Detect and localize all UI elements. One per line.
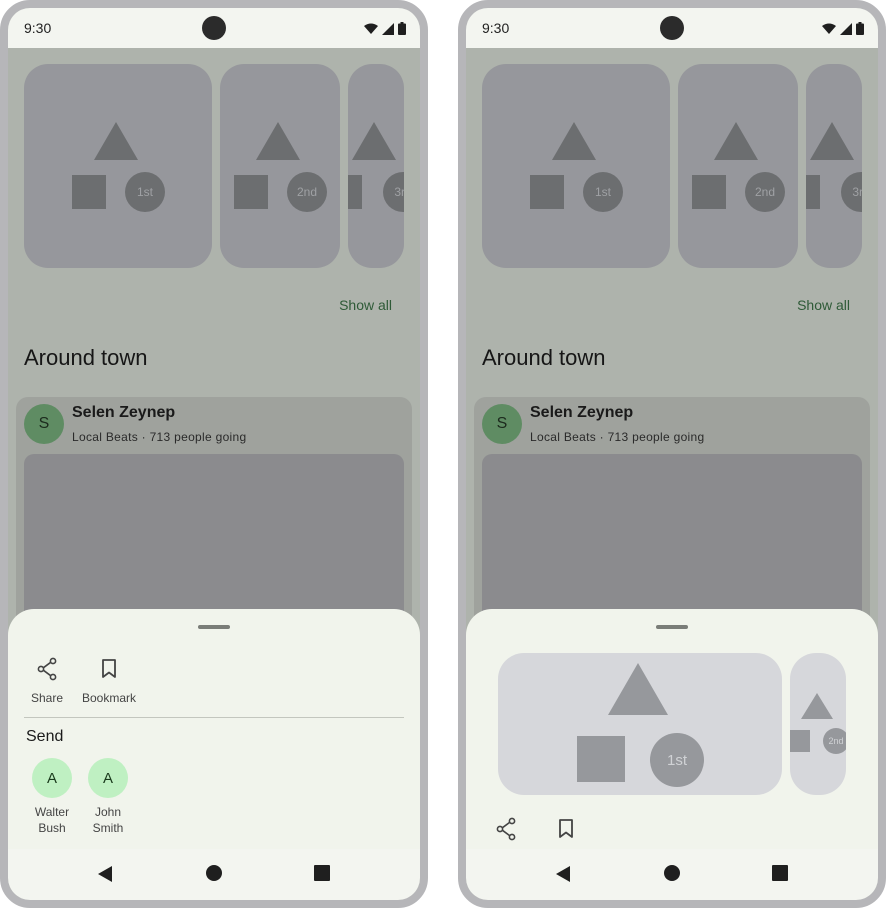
rank-badge: 1st [125, 172, 165, 212]
triangle-shape [714, 122, 758, 160]
wifi-icon [364, 23, 378, 34]
carousel-card[interactable]: 1st [482, 64, 670, 268]
rank-badge: 1st [650, 733, 704, 787]
preview-card[interactable]: 1st [498, 653, 782, 795]
contact-walter-bush[interactable]: A Walter Bush [24, 758, 80, 836]
camera-cutout [202, 16, 226, 40]
wifi-icon [822, 23, 836, 34]
status-bar: 9:30 [8, 8, 420, 48]
rank-badge: 3rd [841, 172, 862, 212]
avatar: S [24, 404, 64, 444]
share-icon [496, 817, 516, 841]
bookmark-label: Bookmark [81, 691, 137, 705]
contact-name: Walter Bush [34, 805, 70, 835]
nav-bar [8, 849, 420, 900]
phone-share-sheet: 9:30 1st 2nd 3rd Show all Around town S [0, 0, 428, 908]
carousel-card[interactable]: 3rd [348, 64, 404, 268]
contact-avatar: A [32, 758, 72, 798]
show-all-link[interactable]: Show all [797, 297, 850, 313]
event-host-name: Selen Zeynep [72, 404, 176, 421]
square-shape [234, 175, 268, 209]
triangle-shape [552, 122, 596, 160]
carousel-card[interactable]: 1st [24, 64, 212, 268]
bottom-sheet-preview: 1st 2nd [466, 609, 878, 849]
bookmark-icon [102, 659, 116, 678]
drag-handle[interactable] [198, 625, 230, 629]
square-shape [692, 175, 726, 209]
carousel-card[interactable]: 2nd [220, 64, 340, 268]
section-title: Around town [24, 345, 148, 370]
recents-icon[interactable] [772, 865, 788, 881]
contact-name: John Smith [92, 805, 124, 835]
rank-badge: 2nd [745, 172, 785, 212]
battery-icon [856, 22, 864, 35]
status-time: 9:30 [482, 20, 510, 36]
square-shape [530, 175, 564, 209]
triangle-shape [608, 663, 668, 715]
rank-badge: 2nd [823, 728, 846, 754]
event-meta: Local Beats · 713 people going [72, 430, 247, 444]
rank-badge: 2nd [287, 172, 327, 212]
square-shape [790, 730, 810, 752]
back-icon[interactable] [98, 866, 112, 882]
bookmark-button[interactable] [554, 817, 578, 841]
event-meta: Local Beats · 713 people going [530, 430, 705, 444]
triangle-shape [801, 693, 833, 719]
home-icon[interactable] [664, 865, 680, 881]
carousel-card[interactable]: 3rd [806, 64, 862, 268]
signal-icon [382, 22, 394, 35]
status-time: 9:30 [24, 20, 52, 36]
bookmark-button[interactable]: Bookmark [78, 657, 140, 705]
triangle-shape [810, 122, 854, 160]
share-icon [37, 657, 57, 681]
square-shape [348, 175, 362, 209]
status-bar: 9:30 [466, 8, 878, 48]
triangle-shape [94, 122, 138, 160]
divider [24, 717, 404, 718]
contact-john-smith[interactable]: A John Smith [80, 758, 136, 836]
battery-icon [398, 22, 406, 35]
share-label: Share [30, 691, 64, 705]
rank-badge: 3rd [383, 172, 404, 212]
share-button[interactable]: Share [24, 657, 70, 705]
event-host-name: Selen Zeynep [530, 404, 634, 421]
back-icon[interactable] [556, 866, 570, 882]
share-button[interactable] [494, 817, 518, 841]
nav-bar [466, 849, 878, 900]
send-title: Send [26, 728, 64, 745]
triangle-shape [256, 122, 300, 160]
square-shape [72, 175, 106, 209]
triangle-shape [352, 122, 396, 160]
status-icons [364, 22, 406, 35]
home-icon[interactable] [206, 865, 222, 881]
square-shape [577, 736, 625, 782]
square-shape [806, 175, 820, 209]
camera-cutout [660, 16, 684, 40]
bookmark-icon [559, 819, 573, 838]
show-all-link[interactable]: Show all [339, 297, 392, 313]
signal-icon [840, 22, 852, 35]
recents-icon[interactable] [314, 865, 330, 881]
section-title: Around town [482, 345, 606, 370]
status-icons [822, 22, 864, 35]
bottom-sheet-share: Share Bookmark Send A Walter Bush A John… [8, 609, 420, 849]
carousel-card[interactable]: 2nd [678, 64, 798, 268]
avatar: S [482, 404, 522, 444]
contact-avatar: A [88, 758, 128, 798]
rank-badge: 1st [583, 172, 623, 212]
phone-preview-sheet: 9:30 1st 2nd 3rd Show all Around town S [458, 0, 886, 908]
drag-handle[interactable] [656, 625, 688, 629]
preview-card[interactable]: 2nd [790, 653, 846, 795]
